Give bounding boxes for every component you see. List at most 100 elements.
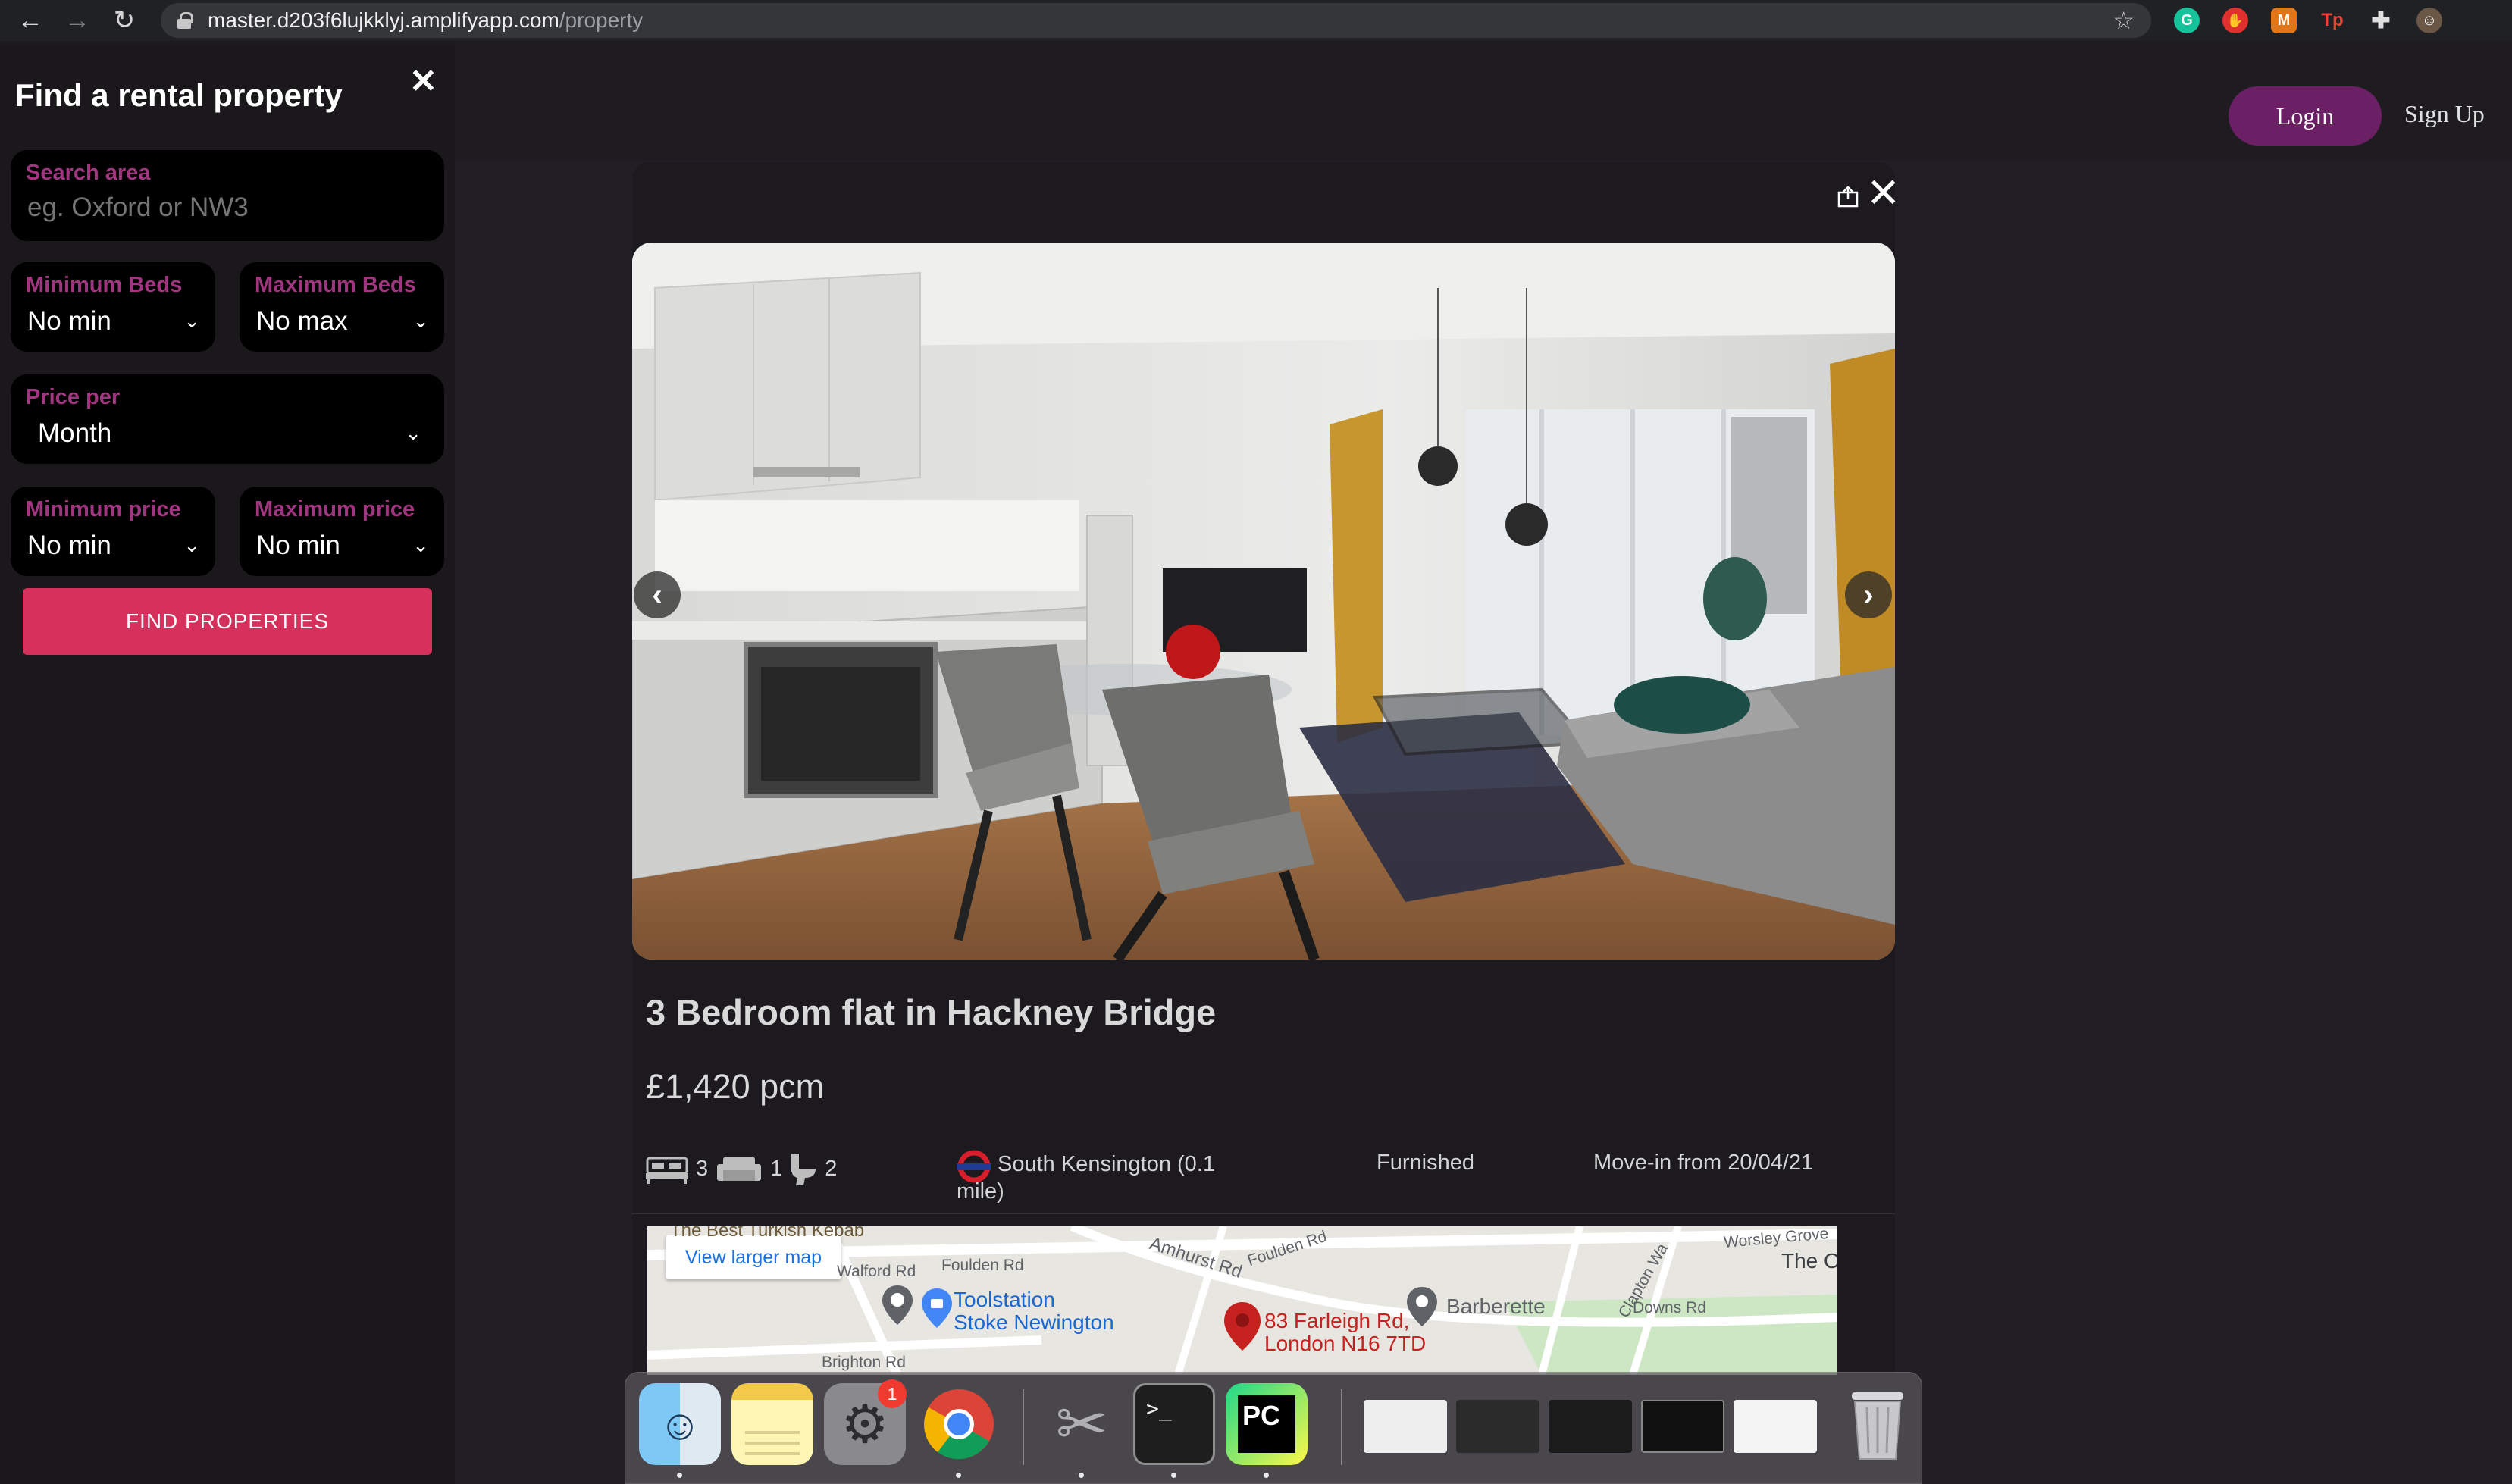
running-indicator — [1264, 1473, 1269, 1478]
tp-icon[interactable]: Tp — [2319, 8, 2345, 33]
pycharm-icon[interactable]: PC — [1226, 1383, 1308, 1465]
min-beds-value: No min — [27, 306, 111, 336]
search-sidebar: Find a rental property ✕ Search area Min… — [0, 44, 455, 1484]
running-indicator — [677, 1473, 682, 1478]
window-thumb-terminal[interactable] — [1641, 1400, 1724, 1453]
close-icon[interactable]: ✕ — [409, 62, 437, 101]
divider — [632, 1213, 1895, 1214]
notes-icon[interactable] — [731, 1383, 813, 1465]
share-icon[interactable] — [1836, 185, 1860, 209]
search-input[interactable] — [27, 193, 421, 223]
avatar-icon[interactable]: ☺ — [2416, 8, 2442, 33]
location-map[interactable]: View larger map The Best Turkish Kebab A… — [647, 1226, 1837, 1375]
location-pin-icon — [1224, 1302, 1261, 1351]
dock-separator — [1023, 1389, 1024, 1465]
property-features: 3 1 2 South Kensington (0.1 mile) Furnis… — [646, 1144, 1889, 1213]
search-area-field[interactable]: Search area — [11, 150, 444, 241]
view-larger-map-link[interactable]: View larger map — [666, 1235, 841, 1279]
dock-separator — [1341, 1389, 1342, 1465]
window-thumb-finder[interactable] — [1549, 1400, 1632, 1453]
chevron-down-icon: ⌄ — [405, 421, 421, 444]
min-price-label: Minimum price — [26, 497, 181, 521]
lock-icon — [177, 12, 193, 29]
browser-toolbar: ← → ↻ master.d203f6lujkklyj.amplifyapp.c… — [0, 0, 2512, 41]
address-bar[interactable]: master.d203f6lujkklyj.amplifyapp.com/pro… — [161, 3, 2151, 38]
bedrooms-count: 3 — [696, 1156, 709, 1181]
living-room-image — [632, 243, 1895, 960]
map-label-downs: Downs Rd — [1633, 1299, 1706, 1317]
property-modal: ✕ ‹ › 3 Bedroom flat in Hackney Bridge £… — [632, 162, 1900, 1375]
next-photo-button[interactable]: › — [1845, 571, 1892, 618]
utilities-icon[interactable]: ✂ — [1041, 1383, 1123, 1465]
map-label-the-o: The O — [1781, 1249, 1837, 1273]
finder-icon[interactable]: ☺ — [639, 1383, 721, 1465]
min-price-value: No min — [27, 531, 111, 560]
property-photo: ‹ › — [632, 243, 1895, 960]
notification-badge: 1 — [878, 1379, 907, 1408]
login-button[interactable]: Login — [2229, 86, 2382, 146]
map-poi-line2: Stoke Newington — [954, 1310, 1114, 1334]
furnishing: Furnished — [1377, 1151, 1474, 1175]
map-poi-toolstation: Toolstation Stoke Newington — [954, 1288, 1114, 1334]
map-poi-line1: Toolstation — [954, 1288, 1055, 1311]
site-header — [455, 41, 2512, 161]
bedrooms-feature: 3 1 2 — [646, 1152, 837, 1185]
close-icon[interactable]: ✕ — [1866, 173, 1900, 214]
forward-arrow-icon[interactable]: → — [61, 4, 94, 37]
property-price: £1,420 pcm — [646, 1067, 825, 1106]
back-arrow-icon[interactable]: ← — [14, 4, 47, 37]
map-label-brighton: Brighton Rd — [822, 1354, 906, 1371]
map-address-line2: London N16 7TD — [1264, 1332, 1427, 1355]
trash-icon[interactable] — [1837, 1383, 1918, 1465]
toilet-icon — [791, 1154, 816, 1185]
bookmark-star-icon[interactable]: ☆ — [2113, 6, 2135, 35]
reload-icon[interactable]: ↻ — [108, 4, 141, 37]
url-host: master.d203f6lujkklyj.amplifyapp.com — [208, 8, 559, 32]
puzzle-icon[interactable]: ✚ — [2368, 8, 2394, 33]
max-beds-value: No max — [256, 306, 348, 336]
bathrooms-count: 2 — [825, 1156, 838, 1181]
window-thumb-chrome-1[interactable] — [1364, 1400, 1447, 1453]
sidebar-title: Find a rental property — [15, 77, 343, 113]
shop-pin-icon — [922, 1288, 952, 1328]
map-label-barberette: Barberette — [1446, 1295, 1546, 1318]
move-in-date: Move-in from 20/04/21 — [1593, 1151, 1814, 1175]
max-price-value: No min — [256, 531, 340, 560]
min-beds-select[interactable]: Minimum Beds No min ⌄ — [11, 262, 215, 352]
min-price-select[interactable]: Minimum price No min ⌄ — [11, 487, 215, 576]
running-indicator — [1171, 1473, 1176, 1478]
window-thumb-chrome-2[interactable] — [1734, 1400, 1817, 1453]
max-beds-label: Maximum Beds — [255, 273, 416, 297]
price-per-value: Month — [38, 418, 112, 448]
window-thumb-pycharm[interactable] — [1456, 1400, 1539, 1453]
grammarly-icon[interactable]: G — [2174, 8, 2200, 33]
metamask-icon[interactable]: M — [2271, 8, 2297, 33]
terminal-icon[interactable]: >_ — [1133, 1383, 1215, 1465]
max-beds-select[interactable]: Maximum Beds No max ⌄ — [240, 262, 444, 352]
search-area-label: Search area — [26, 161, 151, 185]
previous-photo-button[interactable]: ‹ — [634, 571, 681, 618]
signup-link[interactable]: Sign Up — [2404, 100, 2485, 128]
receptions-count: 1 — [770, 1156, 783, 1181]
find-properties-button[interactable]: FIND PROPERTIES — [23, 588, 432, 655]
map-label-walford: Walford Rd — [837, 1263, 916, 1280]
max-price-label: Maximum price — [255, 497, 415, 521]
chevron-down-icon: ⌄ — [183, 534, 200, 556]
price-per-label: Price per — [26, 385, 121, 409]
min-beds-label: Minimum Beds — [26, 273, 183, 297]
bed-icon — [646, 1157, 688, 1184]
chrome-icon[interactable] — [918, 1383, 1000, 1465]
macos-dock: ☺ ⚙ ✂ >_ PC — [625, 1372, 1922, 1484]
chevron-down-icon: ⌄ — [412, 309, 429, 332]
station-text-line1: South Kensington (0.1 — [998, 1152, 1215, 1176]
map-address-line1: 83 Farleigh Rd, — [1264, 1309, 1410, 1332]
barber-pin-icon — [1407, 1287, 1437, 1326]
adblock-icon[interactable]: ✋ — [2222, 8, 2248, 33]
price-per-select[interactable]: Price per Month ⌄ — [11, 374, 444, 464]
chevron-down-icon: ⌄ — [412, 534, 429, 556]
sofa-icon — [717, 1157, 762, 1181]
max-price-select[interactable]: Maximum price No min ⌄ — [240, 487, 444, 576]
running-indicator — [1079, 1473, 1084, 1478]
chevron-down-icon: ⌄ — [183, 309, 200, 332]
map-label-kebab: The Best Turkish Kebab — [670, 1226, 865, 1241]
